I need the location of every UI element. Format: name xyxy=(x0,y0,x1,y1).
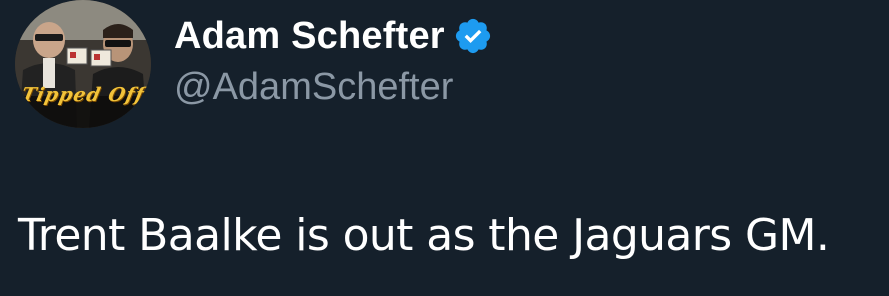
display-name[interactable]: Adam Schefter xyxy=(174,15,445,58)
avatar-caption: Tipped Off xyxy=(19,84,147,106)
name-row: Adam Schefter xyxy=(174,10,493,62)
verified-badge-icon xyxy=(453,16,493,56)
tweet-card: Tipped Off Adam Schefter @AdamSchefter T… xyxy=(0,0,889,296)
avatar-image xyxy=(15,0,151,128)
user-handle[interactable]: @AdamSchefter xyxy=(174,66,453,109)
avatar[interactable]: Tipped Off xyxy=(15,0,151,128)
tweet-text: Trent Baalke is out as the Jaguars GM. xyxy=(18,210,830,261)
